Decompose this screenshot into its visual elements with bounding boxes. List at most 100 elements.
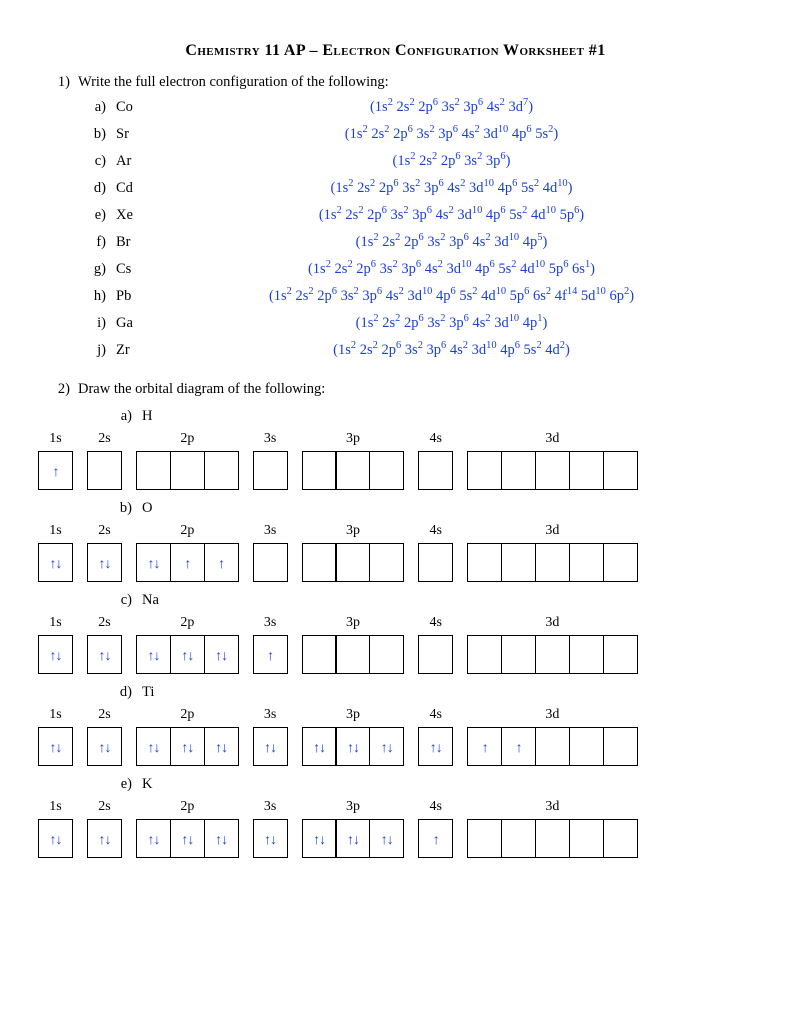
electron-spin: ↑↓ [215, 739, 227, 755]
orbital-box [569, 819, 604, 858]
orbital-boxes: ↑↓↑↓↑↓ [136, 727, 239, 766]
orbital-boxes: ↑↓ [38, 543, 73, 582]
orbital-label: 3p [346, 799, 360, 815]
orbital-box [87, 451, 122, 490]
electron-spin: ↑ [433, 831, 439, 847]
orbital-box: ↑↓ [170, 819, 205, 858]
q2-item-header: a)H [108, 408, 747, 425]
orbital-box [467, 451, 502, 490]
orbital-group: 2p↑↓↑↓↑↓ [136, 707, 239, 766]
orbital-group: 4s ↑↓ [418, 707, 453, 766]
orbital-label: 4s [430, 707, 442, 723]
electron-spin: ↑↓ [148, 831, 160, 847]
electron-config-answer: (1s2 2s2 2p6 3s2 3p6 4s2 3d10 4p6 5s2) [156, 124, 747, 143]
orbital-box [369, 635, 404, 674]
element-symbol: Zr [112, 342, 156, 359]
orbital-group: 3s↑ [253, 615, 288, 674]
electron-spin: ↑↓ [381, 831, 393, 847]
electron-config-answer: (1s2 2s2 2p6 3s2 3p6 4s2 3d10 4p6 5s2 4d… [156, 340, 747, 359]
electron-spin: ↑↓ [50, 647, 62, 663]
orbital-boxes: ↑↑ [467, 727, 637, 766]
orbital-box [170, 451, 205, 490]
orbital-group: 4s↑ [418, 799, 453, 858]
q2-item-header: d)Ti [108, 684, 747, 701]
orbital-label: 3p [346, 707, 360, 723]
orbital-label: 2s [98, 707, 110, 723]
orbital-label: 4s [430, 615, 442, 631]
orbital-boxes: ↑↓ [87, 635, 122, 674]
orbital-box: ↑↓ [369, 727, 404, 766]
orbital-boxes: ↑ [38, 451, 73, 490]
orbital-group: 4s [418, 615, 453, 674]
element-symbol: Ar [112, 153, 156, 170]
orbital-box: ↑ [170, 543, 205, 582]
orbital-label: 1s [49, 523, 61, 539]
orbital-boxes [467, 819, 637, 858]
orbital-box [535, 543, 570, 582]
orbital-box [535, 635, 570, 674]
orbital-label: 3d [545, 707, 559, 723]
orbital-group: 2s↑↓ [87, 707, 122, 766]
element-symbol: Na [138, 592, 182, 609]
orbital-box [302, 635, 337, 674]
orbital-box [603, 635, 638, 674]
orbital-label: 3s [264, 799, 276, 815]
orbital-box: ↑↓ [335, 819, 370, 858]
electron-config-answer: (1s2 2s2 2p6 3s2 3p6 4s2 3d10 4p6 5s2 4d… [156, 205, 747, 224]
orbital-boxes [467, 451, 637, 490]
orbital-row: 1s↑↓2s↑↓2p↑↓↑↓↑↓3s↑↓3p↑↓↑↓↑↓4s↑3d [38, 799, 747, 858]
orbital-box [302, 543, 337, 582]
orbital-diagram: 1s↑↓2s↑↓2p↑↓↑↓↑↓3s↑3p4s3d [44, 615, 747, 674]
element-symbol: Cs [112, 261, 156, 278]
orbital-label: 3p [346, 523, 360, 539]
orbital-box [253, 451, 288, 490]
orbital-group: 2p [136, 431, 239, 490]
orbital-boxes [136, 451, 239, 490]
orbital-boxes: ↑↓↑↑ [136, 543, 239, 582]
orbital-box: ↑↓ [38, 727, 73, 766]
orbital-boxes: ↑↓ [253, 727, 288, 766]
q1-number: 1) [44, 74, 78, 91]
orbital-boxes: ↑↓↑↓↑↓ [136, 635, 239, 674]
orbital-group: 3s ↑↓ [253, 799, 288, 858]
orbital-box [569, 543, 604, 582]
electron-config-answer: (1s2 2s2 2p6 3s2 3p6 4s2 3d10 4p1) [156, 313, 747, 332]
orbital-label: 3p [346, 615, 360, 631]
orbital-box: ↑↓ [418, 727, 453, 766]
item-letter: e) [108, 776, 138, 793]
orbital-box: ↑ [467, 727, 502, 766]
item-letter: b) [82, 126, 112, 143]
orbital-group: 1s↑ [38, 431, 73, 490]
orbital-label: 2s [98, 615, 110, 631]
q1-item: i)Ga(1s2 2s2 2p6 3s2 3p6 4s2 3d10 4p1) [82, 313, 747, 340]
orbital-boxes [467, 635, 637, 674]
orbital-group: 2p↑↓↑↓↑↓ [136, 615, 239, 674]
orbital-box: ↑↓ [253, 819, 288, 858]
orbital-box: ↑↓ [335, 727, 370, 766]
q1-sub-list: a)Co(1s2 2s2 2p6 3s2 3p6 4s2 3d7)b)Sr(1s… [82, 97, 747, 367]
orbital-label: 4s [430, 523, 442, 539]
orbital-box [569, 727, 604, 766]
orbital-boxes: ↑↓ [87, 543, 122, 582]
orbital-diagram: 1s↑2s2p3s3p4s3d [44, 431, 747, 490]
q2-text: Draw the orbital diagram of the followin… [78, 381, 747, 398]
q1-item: b)Sr(1s2 2s2 2p6 3s2 3p6 4s2 3d10 4p6 5s… [82, 124, 747, 151]
orbital-box: ↑↓ [302, 727, 337, 766]
electron-spin: ↑↓ [148, 555, 160, 571]
orbital-group: 2s ↑↓ [87, 615, 122, 674]
orbital-box: ↑↓ [87, 543, 122, 582]
orbital-group: 1s↑↓ [38, 615, 73, 674]
electron-spin: ↑↓ [313, 739, 325, 755]
q1-item: j)Zr(1s2 2s2 2p6 3s2 3p6 4s2 3d10 4p6 5s… [82, 340, 747, 367]
electron-spin: ↑↓ [313, 831, 325, 847]
question-1: 1) Write the full electron configuration… [44, 74, 747, 91]
orbital-label: 2p [180, 431, 194, 447]
electron-spin: ↑↓ [181, 831, 193, 847]
electron-config-answer: (1s2 2s2 2p6 3s2 3p6 4s2 3d7) [156, 97, 747, 116]
orbital-group: 3s↑↓ [253, 707, 288, 766]
orbital-group: 3p [302, 615, 405, 674]
element-symbol: Ti [138, 684, 182, 701]
orbital-box: ↑↓ [87, 635, 122, 674]
item-letter: a) [82, 99, 112, 116]
electron-spin: ↑↓ [50, 831, 62, 847]
